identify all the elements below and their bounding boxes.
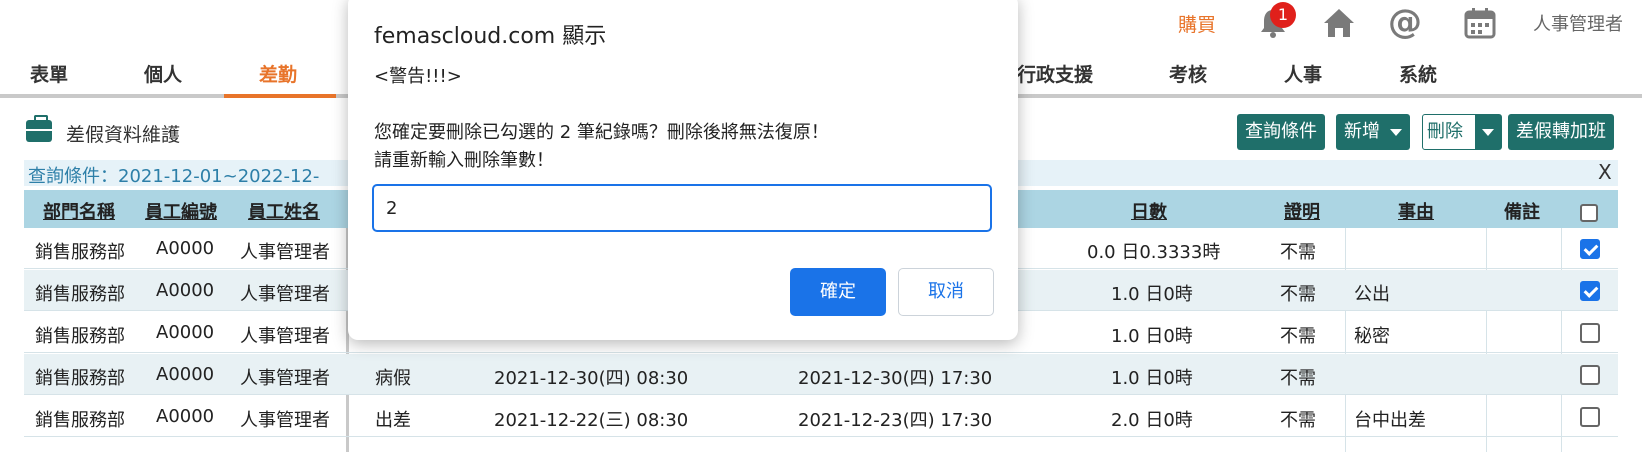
column-header-days[interactable]: 日數 [1131, 198, 1167, 224]
dialog-message: 您確定要刪除已勾選的 2 筆紀錄嗎？刪除後將無法復原！ [374, 122, 829, 143]
notification-badge[interactable]: 1 [1270, 2, 1296, 28]
table-row[interactable]: 銷售服務部 A0000 人事管理者 出差 2021-12-22(三) 08:30… [24, 396, 1618, 437]
cell-proof: 不需 [1280, 326, 1316, 347]
cell-dept: 銷售服務部 [35, 326, 125, 347]
cell-emp-name: 人事管理者 [240, 368, 330, 389]
at-icon[interactable]: @ [1388, 2, 1422, 42]
table-row[interactable]: 銷售服務部 A0000 人事管理者 病假 2021-12-30(四) 08:30… [24, 354, 1618, 395]
cell-start-time: 2021-12-30(四) 08:30 [494, 368, 689, 389]
home-icon[interactable] [1322, 6, 1356, 40]
buy-link[interactable]: 購買 [1178, 10, 1216, 37]
cell-reason: 秘密 [1354, 326, 1390, 347]
cell-proof: 不需 [1280, 284, 1316, 305]
cell-dept: 銷售服務部 [35, 242, 125, 263]
delete-count-input[interactable] [372, 184, 992, 232]
row-checkbox[interactable] [1580, 239, 1600, 259]
cell-emp-name: 人事管理者 [240, 326, 330, 347]
select-all-checkbox[interactable] [1580, 204, 1598, 222]
active-tab-indicator [224, 94, 336, 98]
cell-emp-name: 人事管理者 [240, 284, 330, 305]
dialog-instruction: 請重新輸入刪除筆數！ [374, 150, 554, 171]
row-checkbox[interactable] [1580, 365, 1600, 385]
cell-dept: 銷售服務部 [35, 410, 125, 431]
close-icon[interactable]: X [1598, 160, 1612, 184]
dialog-warning: <警告!!!> [374, 66, 462, 87]
chevron-down-icon[interactable] [1475, 115, 1501, 149]
column-header-note: 備註 [1504, 202, 1540, 223]
page-title: 差假資料維護 [66, 124, 181, 146]
cell-leave-type: 病假 [375, 368, 411, 389]
cell-days: 2.0 日0時 [1111, 410, 1193, 431]
query-conditions-text: 查詢條件：2021-12-01~2022-12- [28, 166, 320, 187]
column-header-proof[interactable]: 證明 [1284, 198, 1320, 224]
nav-item-admin-support[interactable]: 行政支援 [1017, 60, 1093, 87]
confirm-button[interactable]: 確定 [790, 268, 886, 316]
briefcase-icon [26, 115, 52, 142]
column-header-emp-no[interactable]: 員工編號 [145, 198, 217, 224]
cell-proof: 不需 [1280, 242, 1316, 263]
cell-emp-no: A0000 [156, 238, 215, 259]
column-header-emp-name[interactable]: 員工姓名 [248, 198, 320, 224]
dialog-title: femascloud.com 顯示 [374, 24, 607, 49]
cell-dept: 銷售服務部 [35, 368, 125, 389]
cell-days: 1.0 日0時 [1111, 284, 1193, 305]
cell-emp-no: A0000 [156, 406, 215, 427]
cell-emp-name: 人事管理者 [240, 410, 330, 431]
cell-days: 0.0 日0.3333時 [1087, 242, 1221, 263]
delete-button[interactable]: 刪除 [1422, 114, 1502, 150]
user-name[interactable]: 人事管理者 [1533, 10, 1623, 36]
nav-item-forms[interactable]: 表單 [30, 60, 68, 87]
chevron-down-icon [1390, 128, 1402, 136]
cell-reason: 公出 [1354, 284, 1390, 305]
cell-proof: 不需 [1280, 368, 1316, 389]
cancel-button[interactable]: 取消 [898, 268, 994, 316]
cell-leave-type: 出差 [375, 410, 411, 431]
cell-emp-no: A0000 [156, 322, 215, 343]
calendar-icon[interactable] [1463, 6, 1497, 40]
cell-proof: 不需 [1280, 410, 1316, 431]
nav-item-assessment[interactable]: 考核 [1169, 60, 1207, 87]
add-button[interactable]: 新增 [1336, 114, 1410, 150]
cell-emp-no: A0000 [156, 364, 215, 385]
cell-days: 1.0 日0時 [1111, 326, 1193, 347]
query-conditions-button[interactable]: 查詢條件 [1237, 114, 1325, 150]
nav-item-personal[interactable]: 個人 [144, 60, 182, 87]
cell-days: 1.0 日0時 [1111, 368, 1193, 389]
nav-item-hr[interactable]: 人事 [1284, 60, 1322, 87]
row-checkbox[interactable] [1580, 407, 1600, 427]
column-header-reason[interactable]: 事由 [1398, 198, 1434, 224]
nav-item-attendance[interactable]: 差勤 [259, 60, 297, 87]
cell-reason: 台中出差 [1354, 410, 1426, 431]
cell-end-time: 2021-12-30(四) 17:30 [798, 368, 993, 389]
nav-item-system[interactable]: 系統 [1399, 60, 1437, 87]
cell-emp-no: A0000 [156, 280, 215, 301]
cell-emp-name: 人事管理者 [240, 242, 330, 263]
cell-dept: 銷售服務部 [35, 284, 125, 305]
row-checkbox[interactable] [1580, 323, 1600, 343]
cell-start-time: 2021-12-22(三) 08:30 [494, 410, 689, 431]
row-checkbox[interactable] [1580, 281, 1600, 301]
column-header-dept[interactable]: 部門名稱 [43, 198, 115, 224]
leave-to-overtime-button[interactable]: 差假轉加班 [1508, 114, 1614, 150]
cell-end-time: 2021-12-23(四) 17:30 [798, 410, 993, 431]
